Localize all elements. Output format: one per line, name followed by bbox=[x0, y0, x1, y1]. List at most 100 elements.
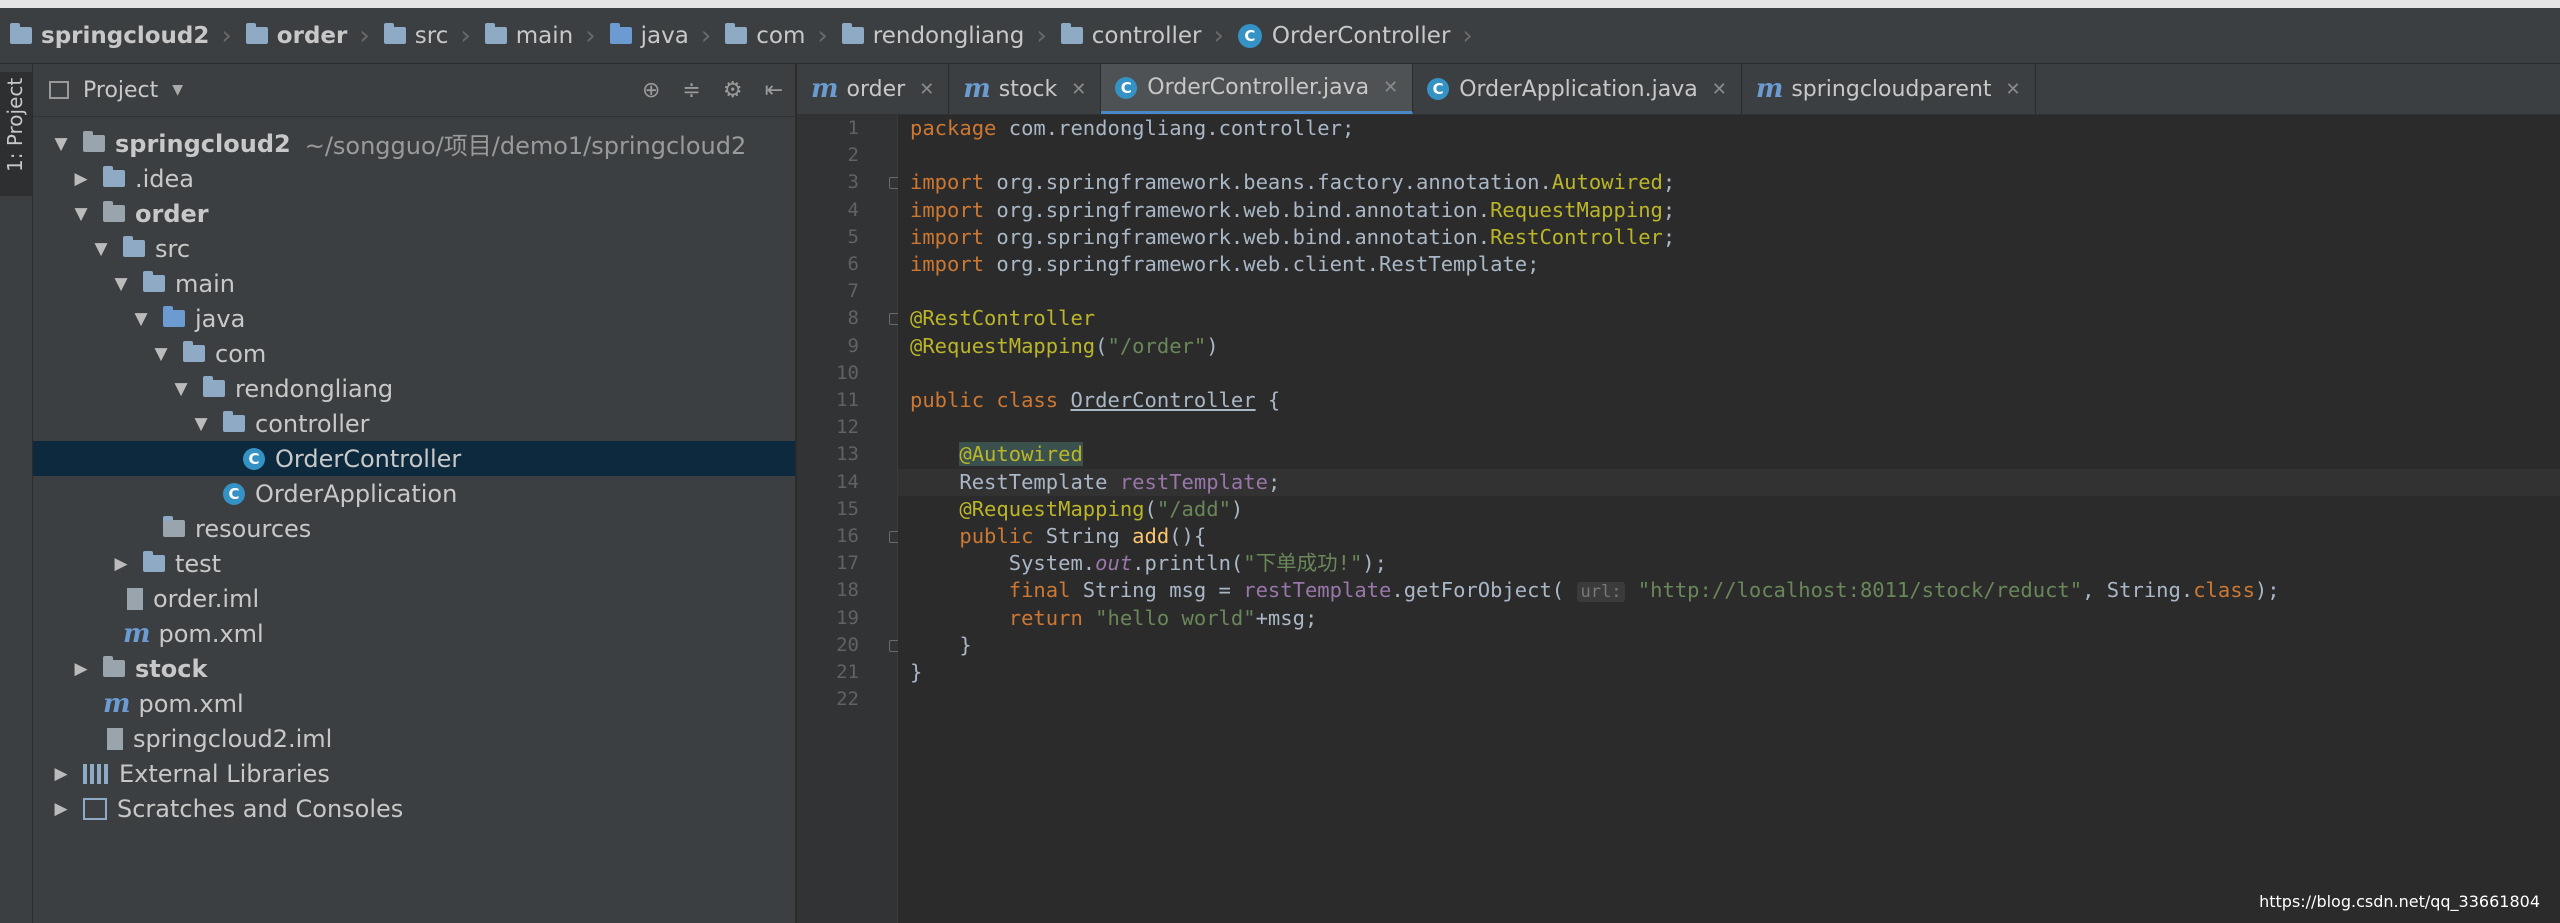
expand-arrow-down-icon[interactable]: ▼ bbox=[91, 239, 111, 259]
tree-item-label: order bbox=[135, 199, 209, 228]
expand-arrow-down-icon[interactable]: ▼ bbox=[111, 274, 131, 294]
tree-item-label: stock bbox=[135, 654, 208, 683]
close-icon[interactable]: ✕ bbox=[1071, 79, 1086, 100]
settings-gear-icon[interactable]: ⚙ bbox=[723, 78, 743, 103]
breadcrumb: springcloud2 › order › src › main › java › com › ren… bbox=[0, 8, 2560, 64]
tree-item-ordercontroller[interactable]: C OrderController bbox=[33, 441, 795, 476]
maven-icon: m bbox=[811, 74, 839, 104]
expand-arrow-down-icon[interactable]: ▼ bbox=[71, 204, 91, 224]
breadcrumb-item[interactable]: controller › bbox=[1060, 8, 1238, 64]
code-token: ; bbox=[1662, 224, 1676, 249]
expand-arrow-down-icon[interactable]: ▼ bbox=[131, 309, 151, 329]
breadcrumb-item[interactable]: springcloud2 › bbox=[10, 8, 246, 64]
tree-item-pom-xml[interactable]: m pom.xml bbox=[33, 616, 795, 651]
editor-tab-springcloudparent[interactable]: m springcloudparent ✕ bbox=[1742, 64, 2036, 114]
code-editor[interactable]: package com.rendongliang.controller; impo… bbox=[898, 115, 2560, 923]
editor-tab-ordercontroller-java[interactable]: C OrderController.java ✕ bbox=[1101, 64, 1414, 114]
tree-item-scratches-and-consoles[interactable]: ▶ Scratches and Consoles bbox=[33, 791, 795, 826]
expand-arrow-down-icon[interactable]: ▼ bbox=[51, 134, 71, 154]
tree-item--idea[interactable]: ▶ .idea bbox=[33, 161, 795, 196]
tree-item-com[interactable]: ▼ com bbox=[33, 336, 795, 371]
close-icon[interactable]: ✕ bbox=[1383, 77, 1398, 98]
chevron-down-icon[interactable]: ▼ bbox=[172, 82, 183, 98]
tree-item-label: test bbox=[175, 549, 222, 578]
code-token: String msg = bbox=[1082, 578, 1244, 603]
close-icon[interactable]: ✕ bbox=[2006, 79, 2021, 100]
breadcrumb-item[interactable]: rendongliang › bbox=[841, 8, 1061, 64]
module-folder-icon bbox=[103, 656, 125, 677]
editor-tab-stock[interactable]: m stock ✕ bbox=[949, 64, 1102, 114]
expand-arrow-right-icon[interactable]: ▶ bbox=[51, 764, 71, 784]
tree-item-orderapplication[interactable]: C OrderApplication bbox=[33, 476, 795, 511]
breadcrumb-item[interactable]: com › bbox=[725, 8, 842, 64]
editor-tab-label: stock bbox=[998, 76, 1058, 102]
folder-icon bbox=[143, 551, 165, 572]
code-token: org.springframework.web.bind.annotation. bbox=[996, 197, 1491, 222]
code-token: } bbox=[910, 660, 923, 684]
breadcrumb-item[interactable]: java › bbox=[609, 8, 726, 64]
line-number: 8 bbox=[847, 307, 859, 330]
tree-item-springcloud2[interactable]: ▼ springcloud2 ~/songguo/项目/demo1/springcl… bbox=[33, 126, 795, 161]
tree-item-label: OrderController bbox=[275, 444, 462, 473]
chevron-right-icon: › bbox=[585, 20, 596, 51]
expand-arrow-down-icon[interactable]: ▼ bbox=[191, 414, 211, 434]
tree-item-controller[interactable]: ▼ controller bbox=[33, 406, 795, 441]
breadcrumb-item[interactable]: main › bbox=[484, 8, 610, 64]
package-icon bbox=[841, 23, 864, 44]
tree-item-src[interactable]: ▼ src bbox=[33, 231, 795, 266]
breadcrumb-item[interactable]: src › bbox=[383, 8, 485, 64]
editor-tab-bar: m order ✕ m stock ✕ C OrderController.java ✕ C Ord… bbox=[797, 64, 2560, 115]
tree-item-order-iml[interactable]: order.iml bbox=[33, 581, 795, 616]
package-icon bbox=[183, 341, 205, 362]
expand-arrow-down-icon[interactable]: ▼ bbox=[171, 379, 191, 399]
code-token: @RequestMapping bbox=[959, 496, 1145, 521]
code-line: package com.rendongliang.controller; bbox=[910, 115, 1354, 142]
scratches-icon bbox=[83, 797, 107, 820]
expand-arrow-right-icon[interactable]: ▶ bbox=[111, 554, 131, 574]
app-class-icon: C bbox=[1427, 78, 1450, 100]
source-folder-icon bbox=[609, 23, 632, 44]
editor-tab-orderapplication-java[interactable]: C OrderApplication.java ✕ bbox=[1413, 64, 1742, 114]
tree-item-order[interactable]: ▼ order bbox=[33, 196, 795, 231]
code-line: import org.springframework.web.bind.anno… bbox=[910, 197, 1675, 224]
expand-arrow-right-icon[interactable]: ▶ bbox=[71, 169, 91, 189]
editor-tab-label: OrderController.java bbox=[1147, 75, 1370, 100]
tree-item-springcloud2-iml[interactable]: springcloud2.iml bbox=[33, 721, 795, 756]
folder-icon bbox=[123, 236, 145, 257]
line-number: 22 bbox=[836, 688, 859, 711]
expand-arrow-right-icon[interactable]: ▶ bbox=[51, 799, 71, 819]
breadcrumb-item[interactable]: C OrderController › bbox=[1237, 8, 1487, 64]
tree-item-stock[interactable]: ▶ stock bbox=[33, 651, 795, 686]
project-tool-tab[interactable]: 1: Project bbox=[0, 72, 32, 196]
code-line: } bbox=[910, 632, 971, 659]
close-icon[interactable]: ✕ bbox=[1712, 79, 1727, 100]
expand-arrow-right-icon[interactable]: ▶ bbox=[71, 659, 91, 679]
tree-item-external-libraries[interactable]: ▶ External Libraries bbox=[33, 756, 795, 791]
tree-item-java[interactable]: ▼ java bbox=[33, 301, 795, 336]
code-token: org.springframework.web.bind.annotation. bbox=[996, 224, 1491, 249]
tree-item-test[interactable]: ▶ test bbox=[33, 546, 795, 581]
code-token: "http://localhost:8011/stock/reduct" bbox=[1625, 578, 2083, 603]
tree-item-rendongliang[interactable]: ▼ rendongliang bbox=[33, 371, 795, 406]
code-token: restTemplate bbox=[1243, 578, 1392, 603]
line-number-gutter: 1 2 3 4 5 6 7 8 9 10 11 12 13 14 15 16 17 18 19 20 21 22 bbox=[797, 115, 901, 923]
collapse-all-icon[interactable]: ≑ bbox=[682, 78, 700, 103]
close-icon[interactable]: ✕ bbox=[919, 79, 934, 100]
tree-item-pom-xml[interactable]: m pom.xml bbox=[33, 686, 795, 721]
editor-tab-order[interactable]: m order ✕ bbox=[797, 64, 950, 114]
folder-icon bbox=[484, 23, 507, 44]
tree-item-label: resources bbox=[195, 514, 312, 543]
tree-item-main[interactable]: ▼ main bbox=[33, 266, 795, 301]
code-token: restTemplate bbox=[1119, 469, 1268, 494]
breadcrumb-item[interactable]: order › bbox=[245, 8, 384, 64]
maven-icon: m bbox=[963, 74, 991, 104]
project-panel-header[interactable]: Project ▼ ⊕ ≑ ⚙ ⇤ bbox=[33, 64, 795, 117]
line-number: 13 bbox=[836, 443, 859, 466]
hide-panel-icon[interactable]: ⇤ bbox=[765, 78, 783, 103]
code-line: } bbox=[910, 659, 922, 686]
code-token: import bbox=[910, 197, 997, 222]
tree-item-resources[interactable]: resources bbox=[33, 511, 795, 546]
locate-icon[interactable]: ⊕ bbox=[642, 78, 660, 103]
code-token: ) bbox=[1230, 496, 1244, 521]
expand-arrow-down-icon[interactable]: ▼ bbox=[151, 344, 171, 364]
